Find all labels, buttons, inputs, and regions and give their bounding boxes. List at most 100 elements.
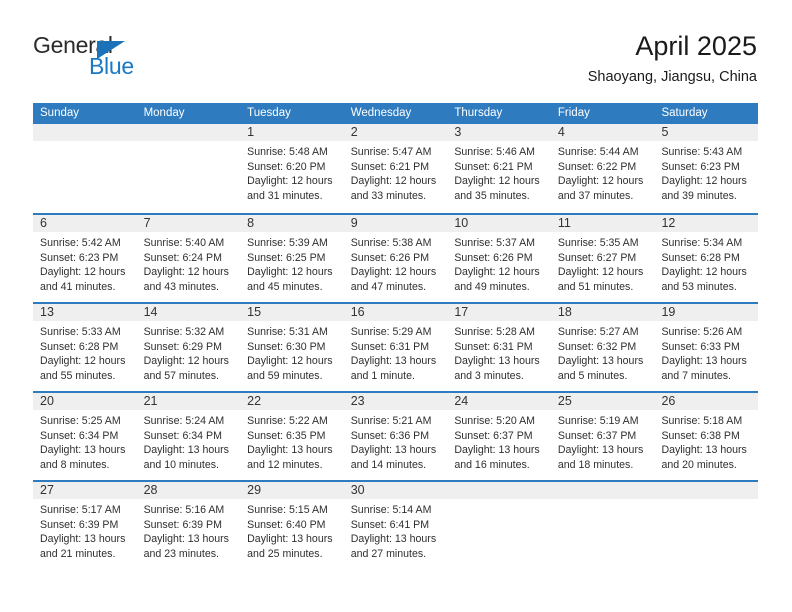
daylight-text-line2: and 35 minutes. [454, 189, 530, 202]
sunset-text: Sunset: 6:28 PM [40, 340, 119, 353]
calendar-day-cell[interactable]: 22 Sunrise: 5:22 AM Sunset: 6:35 PM Dayligh… [240, 393, 344, 480]
calendar-day-cell[interactable]: 23 Sunrise: 5:21 AM Sunset: 6:36 PM Dayligh… [344, 393, 448, 480]
day-number: 8 [247, 216, 255, 230]
day-details: Sunrise: 5:37 AM Sunset: 6:26 PM Daylight:… [454, 236, 545, 294]
sunrise-text: Sunrise: 5:16 AM [143, 504, 225, 516]
calendar-day-cell[interactable]: 1 Sunrise: 5:48 AM Sunset: 6:20 PM Daylight… [240, 124, 344, 213]
calendar-day-cell[interactable]: 19 Sunrise: 5:26 AM Sunset: 6:33 PM Dayligh… [654, 304, 758, 391]
sunset-text: Sunset: 6:34 PM [143, 429, 222, 442]
calendar-day-cell[interactable]: 30 Sunrise: 5:14 AM Sunset: 6:41 PM Dayligh… [344, 482, 448, 569]
weekday-header-friday: Friday [557, 107, 590, 119]
calendar-day-cell[interactable]: 26 Sunrise: 5:18 AM Sunset: 6:38 PM Dayligh… [654, 393, 758, 480]
sunset-text: Sunset: 6:36 PM [350, 429, 430, 442]
daylight-text-line1: Daylight: 13 hours [350, 355, 437, 367]
day-details: Sunrise: 5:18 AM Sunset: 6:38 PM Daylight:… [661, 414, 752, 472]
daylight-text-line1: Daylight: 13 hours [454, 355, 540, 367]
calendar-day-cell[interactable]: 2 Sunrise: 5:47 AM Sunset: 6:21 PM Daylight… [344, 124, 448, 213]
day-details: Sunrise: 5:42 AM Sunset: 6:23 PM Daylight:… [40, 236, 131, 294]
daylight-text-line2: and 27 minutes. [350, 547, 427, 560]
sunrise-text: Sunrise: 5:21 AM [350, 415, 432, 427]
daylight-text-line1: Daylight: 13 hours [143, 444, 229, 456]
calendar-day-cell[interactable]: 18 Sunrise: 5:27 AM Sunset: 6:32 PM Dayligh… [551, 304, 655, 391]
daylight-text-line2: and 59 minutes. [247, 369, 323, 382]
day-number: 27 [40, 483, 54, 497]
day-details: Sunrise: 5:17 AM Sunset: 6:39 PM Daylight:… [40, 503, 131, 561]
sunset-text: Sunset: 6:33 PM [661, 340, 740, 353]
calendar-day-cell[interactable]: 10 Sunrise: 5:37 AM Sunset: 6:26 PM Dayligh… [447, 215, 551, 302]
day-number: 14 [143, 305, 158, 319]
calendar-day-cell[interactable]: 9 Sunrise: 5:38 AM Sunset: 6:26 PM Daylight… [344, 215, 448, 302]
daylight-text-line2: and 37 minutes. [557, 189, 634, 202]
calendar-day-cell[interactable]: 29 Sunrise: 5:15 AM Sunset: 6:40 PM Dayligh… [240, 482, 344, 569]
sunset-text: Sunset: 6:22 PM [557, 160, 637, 173]
page-subtitle-location: Shaoyang, Jiangsu, China [587, 69, 757, 85]
day-number: 23 [350, 394, 365, 408]
calendar-day-cell[interactable]: 4 Sunrise: 5:44 AM Sunset: 6:22 PM Daylight… [551, 124, 655, 213]
sunrise-text: Sunrise: 5:29 AM [350, 326, 432, 338]
sunrise-text: Sunrise: 5:40 AM [143, 237, 225, 249]
calendar-day-cell[interactable]: 6 Sunrise: 5:42 AM Sunset: 6:23 PM Daylight… [33, 215, 137, 302]
calendar-week-row: 20 Sunrise: 5:25 AM Sunset: 6:34 PM Dayligh… [33, 391, 758, 480]
sunset-text: Sunset: 6:21 PM [350, 160, 430, 173]
daylight-text-line2: and 33 minutes. [350, 189, 427, 202]
daylight-text-line2: and 5 minutes. [557, 369, 628, 382]
sunrise-text: Sunrise: 5:20 AM [454, 415, 535, 427]
sunset-text: Sunset: 6:25 PM [247, 251, 326, 264]
sunrise-text: Sunrise: 5:42 AM [40, 237, 121, 249]
daylight-text-line2: and 49 minutes. [454, 280, 530, 293]
daylight-text-line2: and 3 minutes. [454, 369, 524, 382]
daylight-text-line1: Daylight: 12 hours [247, 175, 333, 187]
calendar-day-cell[interactable]: 14 Sunrise: 5:32 AM Sunset: 6:29 PM Dayligh… [137, 304, 241, 391]
weekday-header-tuesday: Tuesday [247, 107, 291, 119]
day-number: 21 [143, 394, 158, 408]
sunset-text: Sunset: 6:37 PM [454, 429, 533, 442]
general-blue-logo[interactable]: General Blue [33, 34, 163, 86]
calendar-day-cell[interactable]: 11 Sunrise: 5:35 AM Sunset: 6:27 PM Dayligh… [551, 215, 655, 302]
sunset-text: Sunset: 6:37 PM [557, 429, 637, 442]
calendar-day-cell[interactable]: 27 Sunrise: 5:17 AM Sunset: 6:39 PM Dayligh… [33, 482, 137, 569]
day-number: 13 [40, 305, 54, 319]
sunrise-text: Sunrise: 5:35 AM [557, 237, 639, 249]
day-details: Sunrise: 5:35 AM Sunset: 6:27 PM Daylight:… [558, 236, 649, 294]
calendar-day-cell[interactable]: 12 Sunrise: 5:34 AM Sunset: 6:28 PM Dayligh… [654, 215, 758, 302]
calendar-day-cell[interactable]: 5 Sunrise: 5:43 AM Sunset: 6:23 PM Daylight… [654, 124, 758, 213]
calendar-week-row: 6 Sunrise: 5:42 AM Sunset: 6:23 PM Daylight… [33, 213, 758, 302]
calendar-day-cell[interactable]: 8 Sunrise: 5:39 AM Sunset: 6:25 PM Daylight… [240, 215, 344, 302]
sunset-text: Sunset: 6:26 PM [454, 251, 533, 264]
daylight-text-line2: and 39 minutes. [661, 189, 737, 202]
calendar-day-cell[interactable]: 16 Sunrise: 5:29 AM Sunset: 6:31 PM Dayligh… [344, 304, 448, 391]
day-details: Sunrise: 5:44 AM Sunset: 6:22 PM Daylight:… [558, 145, 649, 203]
sunset-text: Sunset: 6:30 PM [247, 340, 326, 353]
day-number: 30 [350, 483, 365, 497]
daylight-text-line2: and 12 minutes. [247, 458, 323, 471]
sunset-text: Sunset: 6:31 PM [454, 340, 533, 353]
title-block: April 2025 Shaoyang, Jiangsu, China [588, 30, 757, 86]
daylight-text-line2: and 55 minutes. [40, 369, 116, 382]
sunrise-text: Sunrise: 5:46 AM [454, 146, 535, 158]
sunset-text: Sunset: 6:29 PM [143, 340, 222, 353]
daylight-text-line1: Daylight: 12 hours [143, 355, 229, 367]
sunset-text: Sunset: 6:26 PM [350, 251, 430, 264]
calendar-day-cell[interactable]: 13 Sunrise: 5:33 AM Sunset: 6:28 PM Dayligh… [33, 304, 137, 391]
calendar-day-cell[interactable]: 7 Sunrise: 5:40 AM Sunset: 6:24 PM Daylight… [137, 215, 241, 302]
daylight-text-line1: Daylight: 12 hours [350, 175, 437, 187]
daylight-text-line1: Daylight: 12 hours [661, 266, 747, 278]
calendar-day-cell[interactable]: 3 Sunrise: 5:46 AM Sunset: 6:21 PM Daylight… [447, 124, 551, 213]
calendar-day-cell[interactable]: 21 Sunrise: 5:24 AM Sunset: 6:34 PM Dayligh… [137, 393, 241, 480]
calendar-day-cell[interactable]: 25 Sunrise: 5:19 AM Sunset: 6:37 PM Dayligh… [551, 393, 655, 480]
day-details: Sunrise: 5:22 AM Sunset: 6:35 PM Daylight:… [247, 414, 338, 472]
calendar-day-cell[interactable]: 24 Sunrise: 5:20 AM Sunset: 6:37 PM Dayligh… [447, 393, 551, 480]
daylight-text-line2: and 41 minutes. [40, 280, 116, 293]
calendar-day-cell[interactable]: 28 Sunrise: 5:16 AM Sunset: 6:39 PM Dayligh… [137, 482, 241, 569]
calendar-day-cell-empty [33, 124, 137, 213]
calendar-day-cell[interactable]: 17 Sunrise: 5:28 AM Sunset: 6:31 PM Dayligh… [447, 304, 551, 391]
day-number: 4 [557, 125, 565, 139]
calendar-day-cell[interactable]: 15 Sunrise: 5:31 AM Sunset: 6:30 PM Dayligh… [240, 304, 344, 391]
sunrise-text: Sunrise: 5:19 AM [557, 415, 639, 427]
day-number: 11 [557, 216, 571, 230]
day-number: 3 [454, 125, 462, 139]
day-number: 20 [40, 394, 54, 408]
calendar-day-cell[interactable]: 20 Sunrise: 5:25 AM Sunset: 6:34 PM Dayligh… [33, 393, 137, 480]
weekday-header-saturday: Saturday [661, 107, 708, 119]
daylight-text-line2: and 7 minutes. [661, 369, 731, 382]
